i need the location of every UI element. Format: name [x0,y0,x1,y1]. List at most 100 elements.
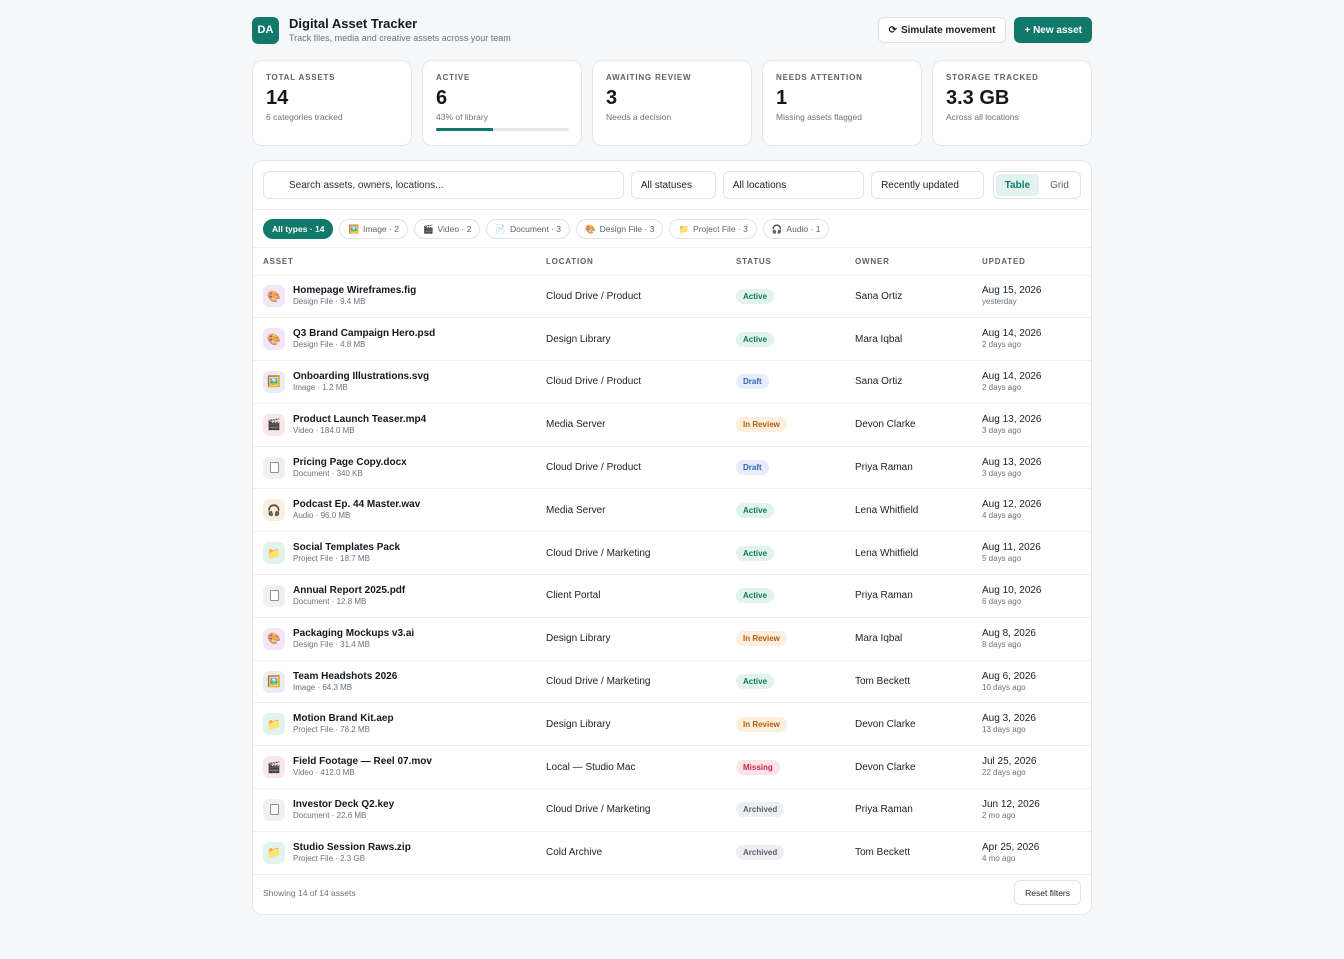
asset-name[interactable]: Team Headshots 2026 [293,671,397,683]
reset-filters-button[interactable]: Reset filters [1014,880,1081,905]
table-row[interactable]: 📁 Social Templates Pack Project File · 18.… [253,531,1091,576]
cell-updated: Aug 12, 2026 4 days ago [982,488,1091,533]
asset-name[interactable]: Motion Brand Kit.aep [293,713,394,725]
column-header-updated[interactable]: Updated [982,248,1091,276]
table-row[interactable]: Pricing Page Copy.docx Document · 340 KB C… [253,446,1091,490]
sort-select[interactable]: Recently updated [871,171,984,199]
simulate-movement-button[interactable]: ⟳ Simulate movement [877,17,1007,43]
status-badge: Archived [736,802,785,818]
asset-cell: 🎧 Podcast Ep. 44 Master.wav Audio · 96.0 M… [263,499,546,522]
asset-meta: Project File · 2.3 GB [293,853,366,863]
chip-image[interactable]: 🖼️ Image · 2 [339,219,408,239]
cell-updated: Aug 10, 2026 6 days ago [982,574,1091,618]
asset-name[interactable]: Q3 Brand Campaign Hero.psd [293,328,435,340]
chip-project-file[interactable]: 📁 Project File · 3 [669,219,757,239]
table-row[interactable]: 🖼️ Onboarding Illustrations.svg Image · 1.… [253,360,1091,404]
asset-cell: Annual Report 2025.pdf Document · 12.8 MB [263,584,546,607]
asset-text: Field Footage — Reel 07.mov Video · 412.0… [293,756,432,778]
table-row[interactable]: 🎨 Packaging Mockups v3.ai Design File · 31… [253,617,1091,661]
chip-design-file[interactable]: 🎨 Design File · 3 [576,219,664,239]
updated-date: Aug 15, 2026 [982,285,1042,297]
table-row[interactable]: 🎧 Podcast Ep. 44 Master.wav Audio · 96.0 M… [253,488,1091,533]
stat-card-total-assets: Total assets 14 6 categories tracked [252,60,412,146]
column-header-location[interactable]: Location [546,248,736,276]
location-filter-select[interactable]: All locations [722,171,865,199]
search-input[interactable]: Search assets, owners, locations... [263,171,624,199]
status-badge: Active [736,588,775,604]
image-icon: 🖼️ [267,376,281,389]
table-row[interactable]: Annual Report 2025.pdf Document · 12.8 MB… [253,574,1091,618]
asset-name[interactable]: Podcast Ep. 44 Master.wav [293,499,420,511]
asset-thumb: 🖼️ [263,370,285,393]
status-badge: Active [736,288,775,304]
view-grid-button[interactable]: Grid [1041,174,1078,196]
headphones-icon: 🎧 [267,504,281,517]
app-header: DA Digital Asset Tracker Track files, me… [252,16,1092,44]
asset-text: Q3 Brand Campaign Hero.psd Design File · … [293,328,435,350]
asset-name[interactable]: Pricing Page Copy.docx [293,457,407,469]
image-icon: 🖼️ [267,676,281,689]
new-asset-button[interactable]: + New asset [1014,17,1092,43]
asset-cell: 📁 Studio Session Raws.zip Project File · 2… [263,841,546,864]
table-row[interactable]: 🎨 Q3 Brand Campaign Hero.psd Design File ·… [253,317,1091,362]
chip-video[interactable]: 🎬 Video · 2 [413,219,481,239]
asset-name[interactable]: Field Footage — Reel 07.mov [293,756,432,768]
chip-audio[interactable]: 🎧 Audio · 1 [762,219,830,239]
stats-row: Total assets 14 6 categories tracked Active… [252,60,1092,146]
table-row[interactable]: 📁 Motion Brand Kit.aep Project File · 78.2… [253,702,1091,747]
asset-meta: Project File · 18.7 MB [293,554,370,564]
chip-label: Project File · 3 [693,224,748,234]
asset-name[interactable]: Homepage Wireframes.fig [293,285,416,297]
asset-name[interactable]: Onboarding Illustrations.svg [293,371,429,383]
table-row[interactable]: 🎬 Product Launch Teaser.mp4 Video · 184.0 … [253,403,1091,447]
updated-relative: 4 mo ago [982,853,1016,863]
stat-card-storage-tracked: Storage tracked 3.3 GB Across all location… [932,60,1092,146]
asset-thumb [263,456,285,479]
cell-status: In Review [736,403,855,447]
asset-name[interactable]: Studio Session Raws.zip [293,842,411,854]
cell-updated: Aug 11, 2026 5 days ago [982,531,1091,576]
asset-name[interactable]: Investor Deck Q2.key [293,799,394,811]
asset-thumb: 🎬 [263,756,285,779]
asset-name[interactable]: Product Launch Teaser.mp4 [293,414,426,426]
cell-asset: 🎬 Field Footage — Reel 07.mov Video · 412.… [253,745,546,790]
document-icon: 📄 [495,223,506,234]
asset-cell: 🖼️ Team Headshots 2026 Image · 64.3 MB [263,670,546,693]
asset-meta: Document · 12.8 MB [293,596,367,606]
cell-asset: 🎬 Product Launch Teaser.mp4 Video · 184.0 … [253,403,546,447]
column-header-asset[interactable]: Asset [253,248,546,276]
column-header-owner[interactable]: Owner [855,248,982,276]
table-row[interactable]: 🎨 Homepage Wireframes.fig Design File · 9.… [253,275,1091,319]
chip-all-types[interactable]: All types · 14 [263,219,334,239]
asset-thumb: 🎨 [263,285,285,308]
folder-icon: 📁 [267,847,281,860]
stat-label: Total assets [266,73,336,82]
cell-location: Design Library [546,317,736,362]
asset-name[interactable]: Packaging Mockups v3.ai [293,628,414,640]
table-row[interactable]: 📁 Studio Session Raws.zip Project File · 2… [253,831,1091,875]
image-icon: 🖼️ [348,223,360,234]
asset-name[interactable]: Social Templates Pack [293,542,400,554]
updated-relative: 4 days ago [982,511,1022,521]
table-row[interactable]: Investor Deck Q2.key Document · 22.6 MB Cl… [253,788,1091,832]
asset-name[interactable]: Annual Report 2025.pdf [293,585,405,597]
cell-updated: Apr 25, 2026 4 mo ago [982,831,1091,875]
status-filter-select[interactable]: All statuses [630,171,716,199]
app-title: Digital Asset Tracker [289,16,418,31]
cell-location: Cloud Drive / Product [546,275,736,319]
cell-asset: 🎨 Q3 Brand Campaign Hero.psd Design File ·… [253,317,546,362]
table-row[interactable]: 🎬 Field Footage — Reel 07.mov Video · 412.… [253,745,1091,790]
column-header-status[interactable]: Status [736,248,855,276]
audio-icon: 🎧 [771,223,783,234]
type-chips: All types · 14 🖼️ Image · 2 🎬 Video · 2 📄 Docu… [253,210,1091,248]
chip-label: Audio · 1 [786,224,821,234]
cell-owner: Tom Beckett [855,660,982,704]
asset-meta: Document · 22.6 MB [293,810,367,820]
asset-thumb: 📁 [263,542,285,565]
view-table-button[interactable]: Table [995,174,1040,196]
table-row[interactable]: 🖼️ Team Headshots 2026 Image · 64.3 MB Clou… [253,660,1091,704]
chip-document[interactable]: 📄 Document · 3 [486,219,571,239]
cell-owner: Tom Beckett [855,831,982,875]
updated-date: Aug 8, 2026 [982,627,1036,639]
cell-status: Active [736,660,855,704]
